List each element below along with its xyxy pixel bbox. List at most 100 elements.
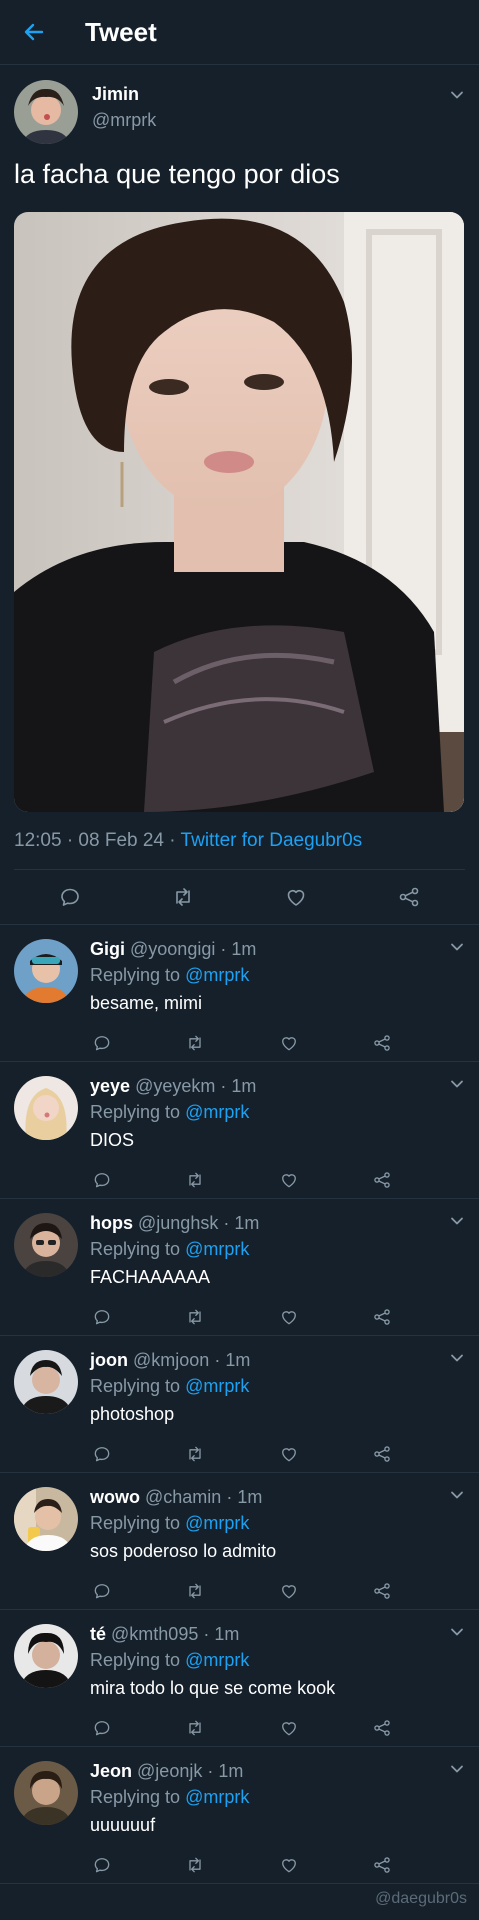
reply-text: DIOS: [90, 1130, 135, 1151]
retweet-icon[interactable]: [185, 1033, 205, 1053]
share-icon[interactable]: [372, 1444, 392, 1464]
retweet-icon[interactable]: [185, 1718, 205, 1738]
heart-icon[interactable]: [279, 1718, 299, 1738]
reply-item[interactable]: joon @kmjoon · 1m Replying to @mrprk pho…: [0, 1336, 479, 1474]
reply-actions: [90, 1170, 392, 1190]
arrow-left-icon[interactable]: [22, 20, 46, 44]
replying-to: Replying to @mrprk: [90, 961, 479, 989]
replies-list: Gigi @yoongigi · 1m Replying to @mrprk b…: [0, 925, 479, 1885]
heart-icon[interactable]: [279, 1581, 299, 1601]
avatar[interactable]: [14, 1076, 78, 1141]
avatar[interactable]: [14, 1624, 78, 1689]
tweet-timestamp: 12:05 · 08 Feb 24 ·: [14, 830, 181, 852]
share-icon[interactable]: [372, 1855, 392, 1875]
heart-icon[interactable]: [279, 1307, 299, 1327]
mention-link[interactable]: @mrprk: [185, 1239, 249, 1259]
share-icon[interactable]: [372, 1307, 392, 1327]
reply-author-name[interactable]: wowo: [90, 1487, 140, 1507]
reply-author-handle[interactable]: @yoongigi: [130, 939, 215, 959]
share-icon[interactable]: [372, 1033, 392, 1053]
reply-author-name[interactable]: té: [90, 1624, 106, 1644]
chevron-down-icon[interactable]: [449, 87, 465, 103]
heart-icon[interactable]: [279, 1033, 299, 1053]
avatar[interactable]: [14, 80, 78, 144]
chevron-down-icon[interactable]: [449, 939, 465, 955]
replying-to: Replying to @mrprk: [90, 1509, 479, 1537]
reply-time: · 1m: [202, 1761, 244, 1782]
replying-to: Replying to @mrprk: [90, 1372, 479, 1400]
reply-author-name[interactable]: hops: [90, 1213, 133, 1233]
reply-item[interactable]: hops @junghsk · 1m Replying to @mrprk FA…: [0, 1199, 479, 1337]
comment-icon[interactable]: [92, 1581, 112, 1601]
chevron-down-icon[interactable]: [449, 1076, 465, 1092]
comment-icon[interactable]: [92, 1855, 112, 1875]
reply-actions: [90, 1581, 392, 1601]
reply-time: · 1m: [215, 1076, 257, 1097]
avatar[interactable]: [14, 1761, 78, 1826]
avatar[interactable]: [14, 1487, 78, 1552]
reply-actions: [90, 1307, 392, 1327]
avatar[interactable]: [14, 1213, 78, 1278]
tweet-photo[interactable]: [14, 212, 464, 813]
avatar[interactable]: [14, 939, 78, 1004]
retweet-icon[interactable]: [185, 1855, 205, 1875]
reply-author-handle[interactable]: @junghsk: [138, 1213, 218, 1233]
reply-text: mira todo lo que se come kook: [90, 1678, 336, 1699]
chevron-down-icon[interactable]: [449, 1624, 465, 1640]
reply-item[interactable]: té @kmth095 · 1m Replying to @mrprk mira…: [0, 1610, 479, 1748]
chevron-down-icon[interactable]: [449, 1761, 465, 1777]
mention-link[interactable]: @mrprk: [185, 1102, 249, 1122]
comment-icon[interactable]: [58, 885, 82, 909]
mention-link[interactable]: @mrprk: [185, 1376, 249, 1396]
mention-link[interactable]: @mrprk: [185, 1513, 249, 1533]
share-icon[interactable]: [372, 1718, 392, 1738]
reply-author-name[interactable]: yeye: [90, 1076, 130, 1096]
reply-item[interactable]: wowo @chamin · 1m Replying to @mrprk sos…: [0, 1473, 479, 1611]
retweet-icon[interactable]: [171, 885, 195, 909]
watermark: @daegubr0s: [375, 1890, 467, 1907]
reply-item[interactable]: Gigi @yoongigi · 1m Replying to @mrprk b…: [0, 925, 479, 1063]
heart-icon[interactable]: [284, 885, 308, 909]
reply-author-name[interactable]: Jeon: [90, 1761, 132, 1781]
chevron-down-icon[interactable]: [449, 1213, 465, 1229]
chevron-down-icon[interactable]: [449, 1350, 465, 1366]
reply-item[interactable]: Jeon @jeonjk · 1m Replying to @mrprk uuu…: [0, 1747, 479, 1885]
reply-item[interactable]: yeye @yeyekm · 1m Replying to @mrprk DIO…: [0, 1062, 479, 1200]
chevron-down-icon[interactable]: [449, 1487, 465, 1503]
page-title: Tweet: [85, 16, 157, 47]
mention-link[interactable]: @mrprk: [185, 965, 249, 985]
share-icon[interactable]: [372, 1170, 392, 1190]
heart-icon[interactable]: [279, 1855, 299, 1875]
comment-icon[interactable]: [92, 1444, 112, 1464]
author-handle[interactable]: @mrprk: [92, 110, 156, 131]
retweet-icon[interactable]: [185, 1307, 205, 1327]
reply-author-handle[interactable]: @jeonjk: [137, 1761, 202, 1781]
mention-link[interactable]: @mrprk: [185, 1787, 249, 1807]
comment-icon[interactable]: [92, 1718, 112, 1738]
mention-link[interactable]: @mrprk: [185, 1650, 249, 1670]
replying-label: Replying to: [90, 1787, 186, 1808]
replying-label: Replying to: [90, 1376, 186, 1397]
retweet-icon[interactable]: [185, 1444, 205, 1464]
reply-author-handle[interactable]: @kmth095: [111, 1624, 198, 1644]
reply-time: · 1m: [209, 1350, 251, 1371]
tweet-meta: 12:05 · 08 Feb 24 · Twitter for Daegubr0…: [14, 830, 465, 871]
share-icon[interactable]: [372, 1581, 392, 1601]
reply-author-name[interactable]: joon: [90, 1350, 128, 1370]
comment-icon[interactable]: [92, 1307, 112, 1327]
heart-icon[interactable]: [279, 1170, 299, 1190]
share-icon[interactable]: [397, 885, 421, 909]
avatar[interactable]: [14, 1350, 78, 1415]
reply-time: · 1m: [218, 1213, 260, 1234]
retweet-icon[interactable]: [185, 1170, 205, 1190]
comment-icon[interactable]: [92, 1170, 112, 1190]
heart-icon[interactable]: [279, 1444, 299, 1464]
tweet-source-link[interactable]: Twitter for Daegubr0s: [181, 830, 363, 851]
reply-author-handle[interactable]: @yeyekm: [135, 1076, 215, 1096]
author-name[interactable]: Jimin: [92, 84, 156, 105]
comment-icon[interactable]: [92, 1033, 112, 1053]
retweet-icon[interactable]: [185, 1581, 205, 1601]
reply-author-handle[interactable]: @kmjoon: [133, 1350, 209, 1370]
reply-author-handle[interactable]: @chamin: [145, 1487, 221, 1507]
reply-author-name[interactable]: Gigi: [90, 939, 125, 959]
